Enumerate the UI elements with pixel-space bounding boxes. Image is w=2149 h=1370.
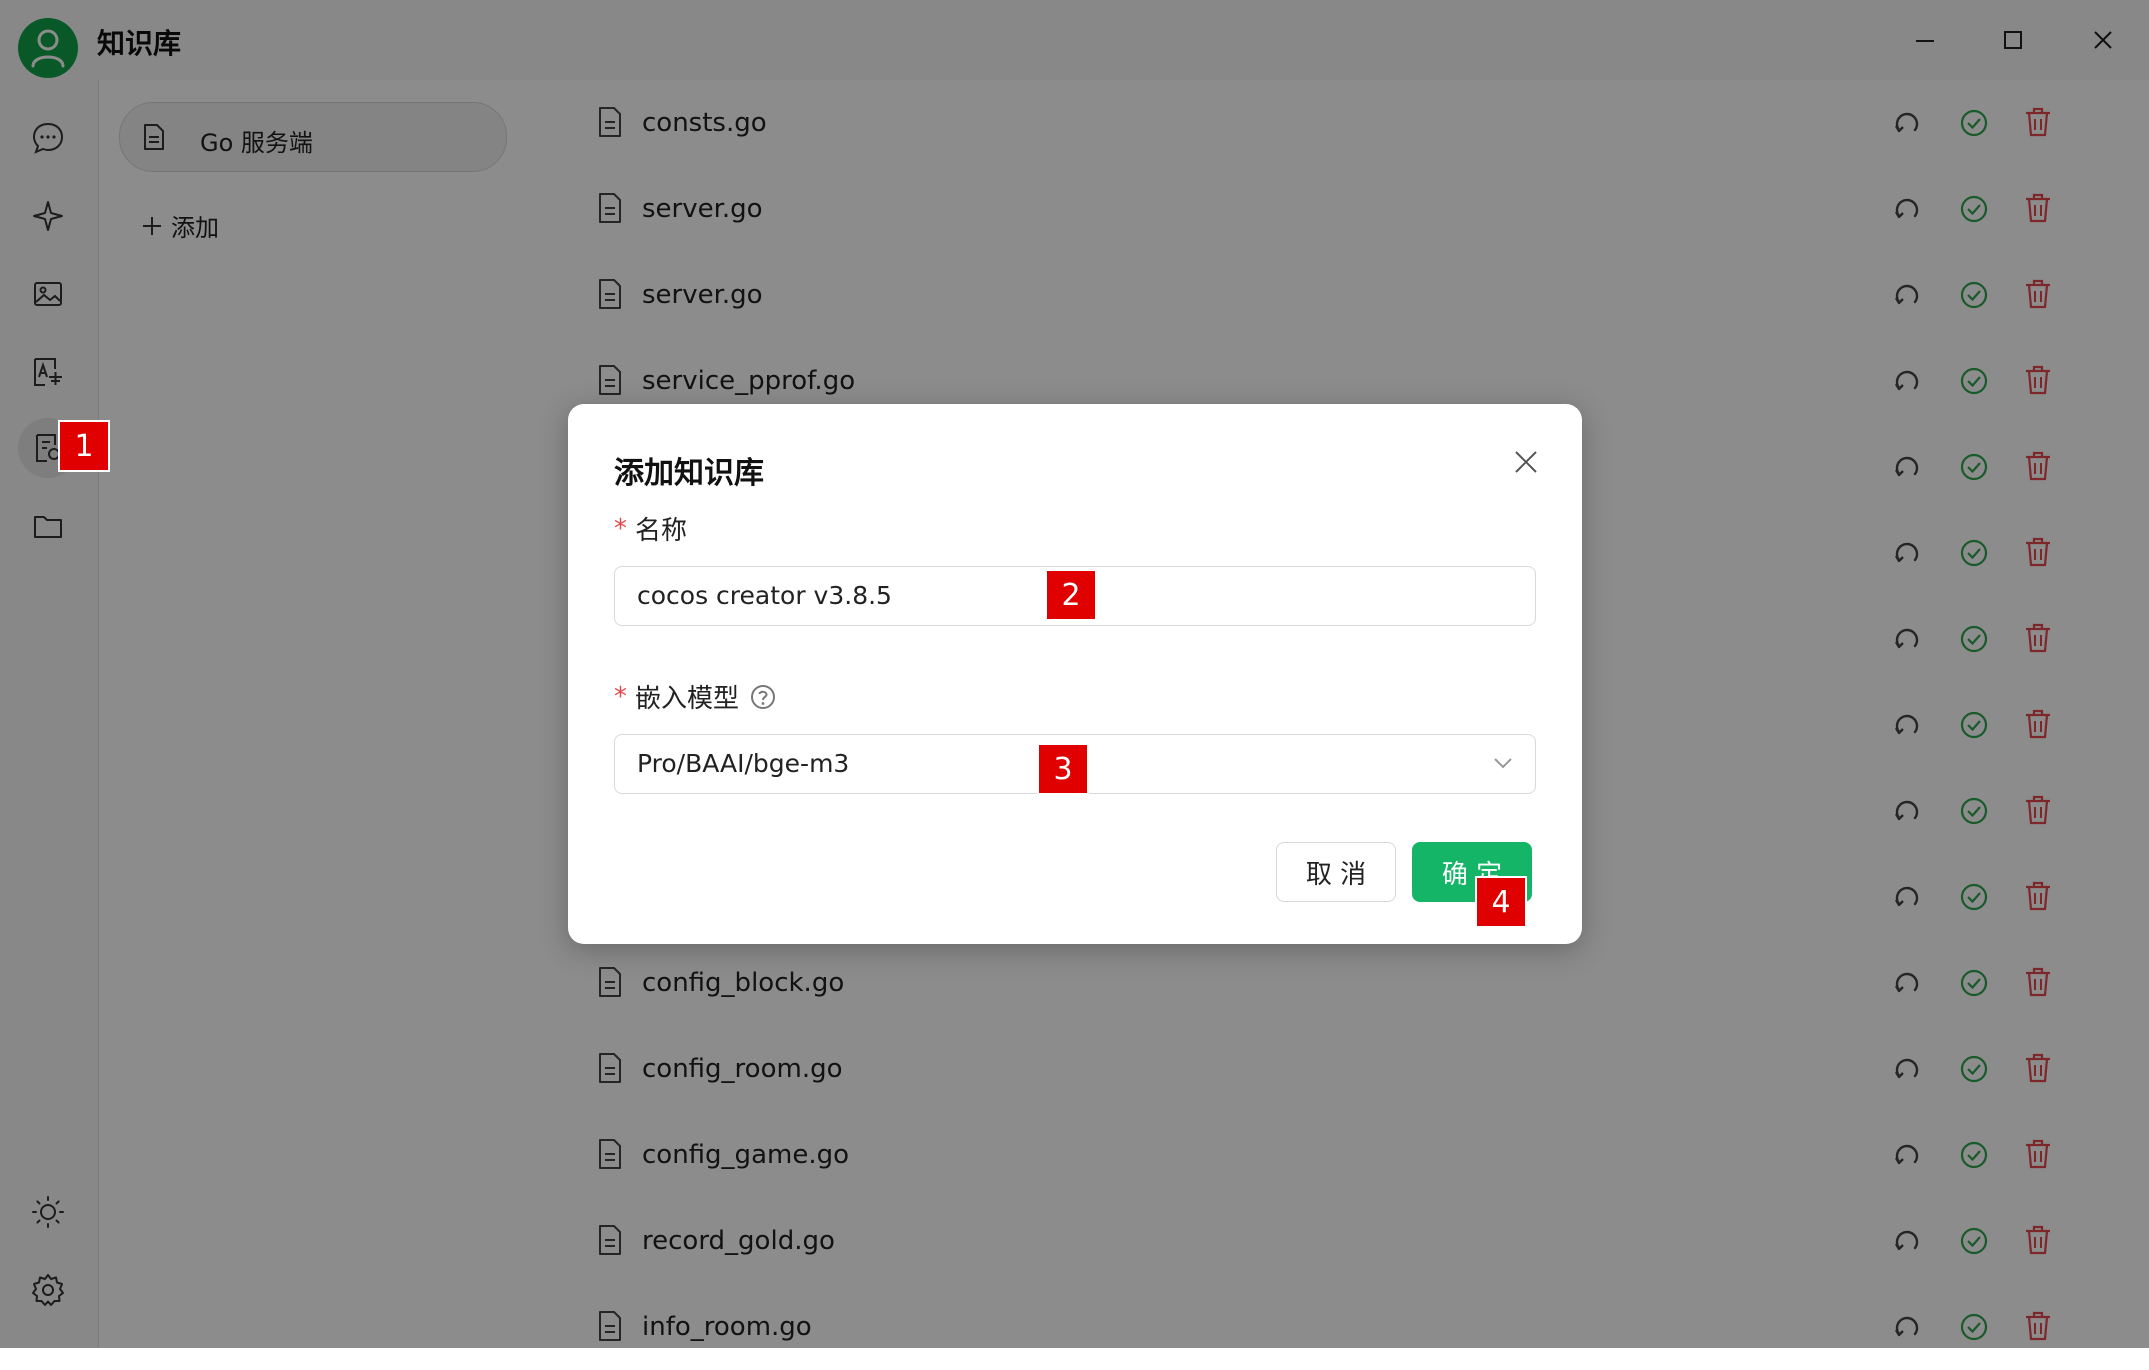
help-icon[interactable] — [749, 683, 777, 711]
name-label-text: 名称 — [635, 516, 688, 546]
chevron-down-icon — [1491, 751, 1515, 779]
cancel-button[interactable]: 取 消 — [1276, 842, 1396, 902]
dialog-title: 添加知识库 — [614, 456, 764, 491]
step-marker: 2 — [1045, 569, 1097, 621]
add-knowledge-base-dialog: 添加知识库 * 名称 * 嵌入模型 Pro/BAAI/bge-m3 取 — [568, 404, 1582, 944]
required-mark: * — [614, 681, 627, 712]
required-mark: * — [614, 513, 627, 544]
model-select-value: Pro/BAAI/bge-m3 — [637, 749, 850, 778]
step-marker: 1 — [58, 420, 110, 472]
model-label-text: 嵌入模型 — [635, 684, 740, 714]
name-label: * 名称 — [614, 510, 687, 547]
step-marker: 4 — [1475, 876, 1527, 928]
close-icon — [1515, 451, 1537, 473]
app-window: 知识库 Go 服务端 添加 consts.go server.go server… — [0, 0, 2149, 1348]
dialog-close-button[interactable] — [1506, 442, 1546, 482]
step-marker: 3 — [1037, 743, 1089, 795]
model-label: * 嵌入模型 — [614, 678, 777, 715]
